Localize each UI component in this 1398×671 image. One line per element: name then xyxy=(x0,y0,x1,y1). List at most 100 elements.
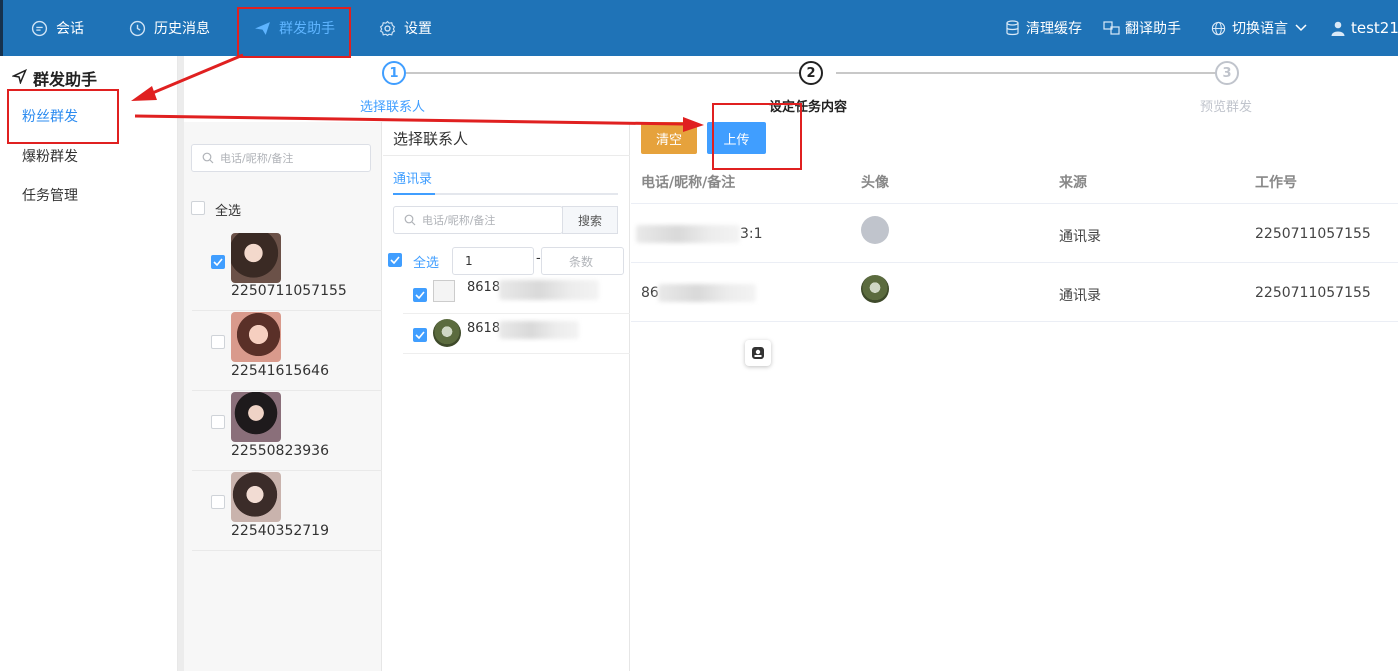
table-row-source: 通讯录 xyxy=(1059,229,1101,245)
select-contacts-panel: 选择联系人 通讯录 电话/昵称/备注 搜索 全选 1 - 条数 8618 861… xyxy=(383,122,630,671)
fan-id: 22541615646 xyxy=(231,363,329,379)
upload-button[interactable]: 上传 xyxy=(707,122,766,154)
clock-icon xyxy=(128,19,146,37)
table-row-avatar xyxy=(861,275,889,303)
fan-avatar xyxy=(231,392,281,442)
nav-chat-label: 会话 xyxy=(56,21,84,37)
send-outline-icon xyxy=(10,68,28,88)
search-icon xyxy=(202,152,214,164)
fan-row[interactable]: 22550823936 xyxy=(192,391,382,471)
table-row-workno: 2250711057155 xyxy=(1255,285,1371,301)
broken-image-icon xyxy=(433,280,455,302)
fan-avatar xyxy=(231,472,281,522)
contacts-select-all-label: 全选 xyxy=(413,256,440,271)
fans-select-all-label: 全选 xyxy=(215,204,242,219)
contact-avatar xyxy=(433,319,461,347)
clear-cache-label: 清理缓存 xyxy=(1026,21,1082,37)
step-connector xyxy=(836,72,1216,74)
fan-checkbox[interactable] xyxy=(211,255,225,269)
step-2-circle: 2 xyxy=(799,61,823,85)
fan-row[interactable]: 22540352719 xyxy=(192,471,382,551)
contacts-search-button[interactable]: 搜索 xyxy=(562,206,618,234)
step-3-circle: 3 xyxy=(1215,61,1239,85)
redacted-phone xyxy=(499,280,599,300)
menu-fans-broadcast[interactable]: 粉丝群发 xyxy=(22,106,78,126)
redacted-phone xyxy=(499,321,579,339)
left-menu-title-text: 群发助手 xyxy=(33,70,98,89)
contacts-select-all-checkbox[interactable] xyxy=(388,253,402,267)
translate-icon xyxy=(1103,20,1120,36)
fans-search-input[interactable]: 电话/昵称/备注 xyxy=(191,144,371,172)
globe-icon xyxy=(1211,21,1226,36)
translate-assistant-label: 翻译助手 xyxy=(1125,21,1181,37)
col-header-phone: 电话/昵称/备注 xyxy=(641,175,736,191)
table-row-divider xyxy=(631,321,1398,322)
table-row-phone: 86 xyxy=(641,285,659,301)
fan-id: 2250711057155 xyxy=(231,283,347,299)
nav-history[interactable]: 历史消息 xyxy=(128,0,210,56)
translate-assistant-button[interactable]: 翻译助手 xyxy=(1103,0,1181,56)
step-1-label: 选择联系人 xyxy=(360,100,426,115)
gear-icon xyxy=(378,19,396,37)
contact-checkbox[interactable] xyxy=(413,288,427,302)
range-start-input[interactable]: 1 xyxy=(452,247,534,275)
nav-mass-send[interactable]: 群发助手 xyxy=(253,0,335,56)
database-icon xyxy=(1005,20,1020,36)
select-contacts-title: 选择联系人 xyxy=(393,130,469,148)
fan-checkbox[interactable] xyxy=(211,495,225,509)
clear-button[interactable]: 清空 xyxy=(641,122,697,154)
contacts-search-input[interactable]: 电话/昵称/备注 xyxy=(393,206,563,234)
user-icon xyxy=(1331,21,1345,36)
left-menu: 群发助手 粉丝群发 爆粉群发 任务管理 xyxy=(0,56,178,671)
nav-history-label: 历史消息 xyxy=(154,21,210,37)
send-icon xyxy=(253,19,271,37)
chat-icon xyxy=(30,19,48,37)
range-separator: - xyxy=(536,251,541,266)
nav-chat[interactable]: 会话 xyxy=(30,0,84,56)
table-row-phone: 3:1 xyxy=(740,226,763,242)
user-menu[interactable]: test21 xyxy=(1331,0,1398,56)
col-header-avatar: 头像 xyxy=(861,175,889,191)
top-nav-bar: 会话 历史消息 群发助手 设置 清理缓存 翻译助手 切换语言 test21 xyxy=(0,0,1398,56)
left-menu-title: 群发助手 xyxy=(10,66,98,90)
col-header-source: 来源 xyxy=(1059,175,1087,191)
contact-row[interactable]: 8618 xyxy=(403,314,630,354)
redacted-phone xyxy=(636,225,740,243)
fan-row[interactable]: 2250711057155 xyxy=(192,231,382,311)
contact-row[interactable]: 8618 xyxy=(403,274,630,314)
contacts-search-placeholder: 电话/昵称/备注 xyxy=(422,214,496,227)
nav-settings-label: 设置 xyxy=(404,21,432,37)
nav-mass-send-label: 群发助手 xyxy=(279,21,335,37)
search-icon xyxy=(404,214,416,226)
menu-burst-broadcast[interactable]: 爆粉群发 xyxy=(22,146,78,166)
nav-settings[interactable]: 设置 xyxy=(378,0,432,56)
fan-id: 22540352719 xyxy=(231,523,329,539)
clear-cache-button[interactable]: 清理缓存 xyxy=(1005,0,1082,56)
table-row-avatar xyxy=(861,216,889,244)
tab-address-book[interactable]: 通讯录 xyxy=(393,168,432,187)
table-row-divider xyxy=(631,262,1398,263)
contact-phone: 8618 xyxy=(467,280,501,295)
fan-checkbox[interactable] xyxy=(211,415,225,429)
fans-panel: 电话/昵称/备注 全选 2250711057155 22541615646 22… xyxy=(184,56,382,671)
step-3-label: 预览群发 xyxy=(1200,100,1253,115)
app-root: 会话 历史消息 群发助手 设置 清理缓存 翻译助手 切换语言 test21 群发… xyxy=(0,0,1398,671)
chevron-down-icon xyxy=(1295,24,1307,32)
contact-checkbox[interactable] xyxy=(413,328,427,342)
col-header-workno: 工作号 xyxy=(1255,175,1297,191)
table-row-source: 通讯录 xyxy=(1059,288,1101,304)
progress-steps: 1 选择联系人 2 设定任务内容 3 预览群发 xyxy=(184,56,1398,122)
contact-phone: 8618 xyxy=(467,321,501,336)
image-picker-icon[interactable] xyxy=(745,340,771,366)
fan-avatar xyxy=(231,312,281,362)
fans-select-all-checkbox[interactable] xyxy=(191,201,205,215)
menu-task-management[interactable]: 任务管理 xyxy=(22,185,78,205)
range-count-input[interactable]: 条数 xyxy=(541,247,624,275)
tab-underline xyxy=(393,193,618,195)
language-switch[interactable]: 切换语言 xyxy=(1211,0,1307,56)
username: test21 xyxy=(1351,19,1398,37)
fans-search-placeholder: 电话/昵称/备注 xyxy=(220,152,294,165)
fan-checkbox[interactable] xyxy=(211,335,225,349)
fan-row[interactable]: 22541615646 xyxy=(192,311,382,391)
step-1-circle: 1 xyxy=(382,61,406,85)
